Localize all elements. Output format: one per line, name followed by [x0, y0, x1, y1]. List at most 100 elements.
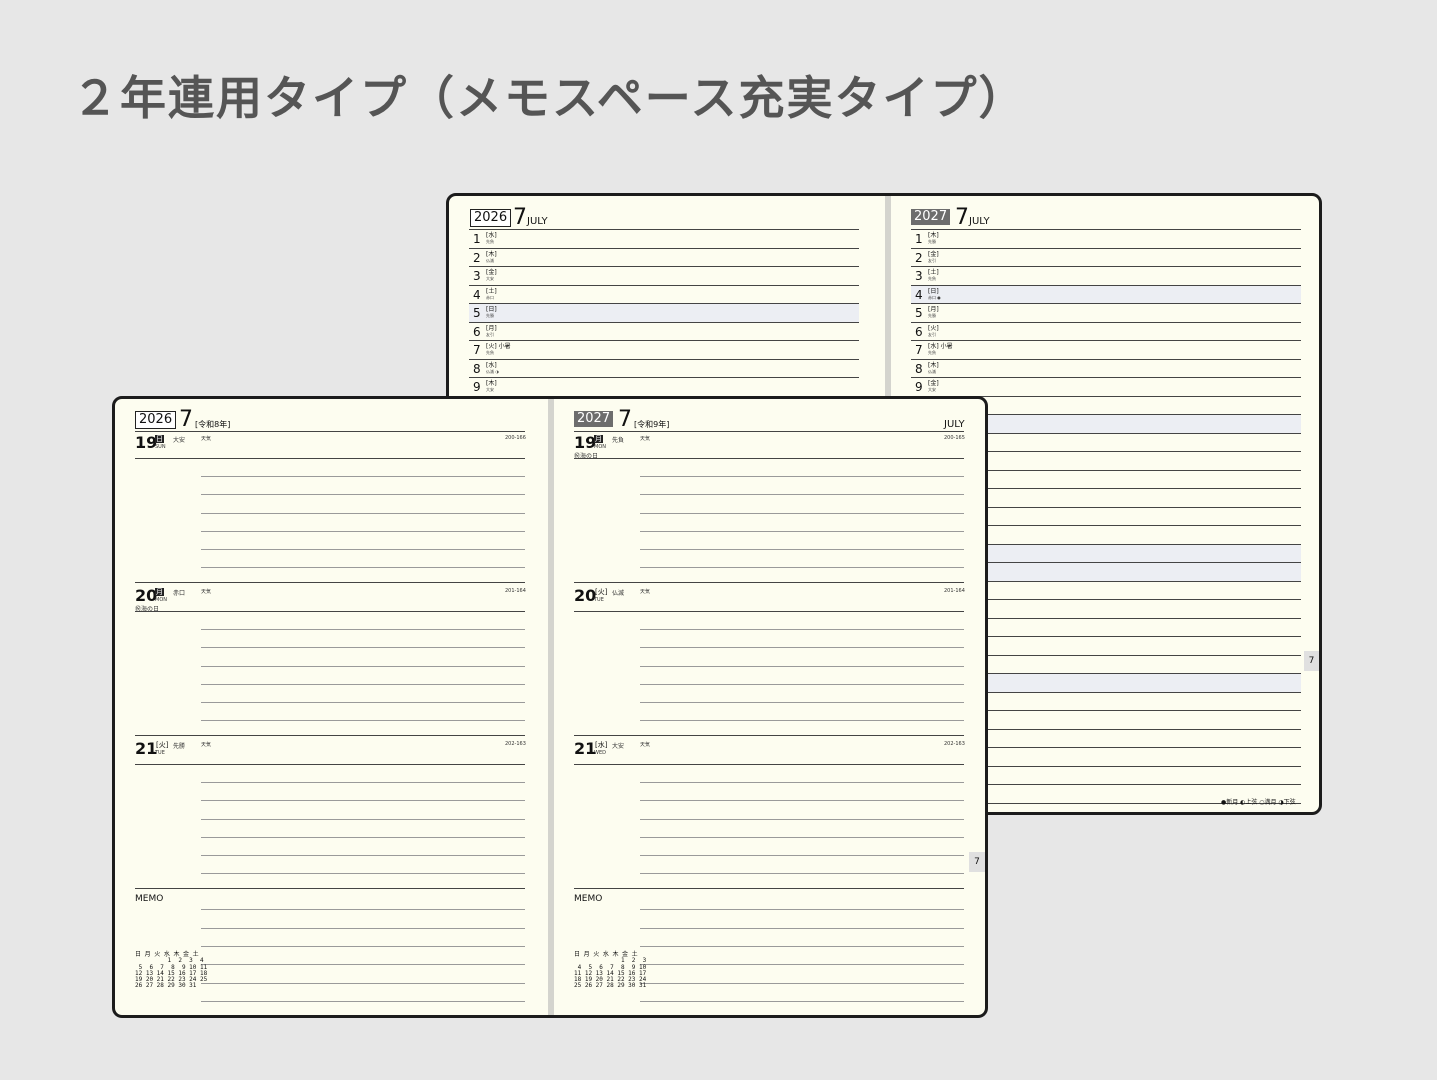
day-count: 201-164 — [944, 588, 965, 594]
weekday-label: [月] — [928, 306, 939, 313]
rokuyo-label: 友引 — [928, 257, 936, 263]
note-line — [201, 702, 525, 703]
page-heading: ２年連用タイプ（メモスペース充実タイプ） — [72, 71, 1027, 125]
moon-phase-legend: ●新月 ◐上弦 ○満月 ◑下弦 — [1221, 799, 1296, 806]
weekday-english: SUN — [155, 444, 166, 450]
rokuyo-label: 仏滅 — [486, 257, 494, 263]
day-number: 9 — [915, 380, 923, 394]
weekday-english: TUE — [155, 750, 165, 756]
weekday-label: 月 — [155, 588, 164, 596]
memo-line — [201, 964, 525, 966]
rokuyo-label: 友引 — [486, 331, 494, 337]
row-rule — [911, 377, 1301, 378]
memo-line — [640, 982, 964, 984]
memo-line — [640, 1000, 964, 1002]
day-number: 5 — [473, 306, 481, 320]
rokuyo-label: 友引 — [928, 331, 936, 337]
weekday-label: [日] — [486, 306, 497, 313]
day-number: 19 — [135, 433, 158, 452]
weekday-english: WED — [594, 750, 606, 756]
rokuyo-label: 先負 — [928, 276, 936, 281]
day-number: 3 — [915, 269, 923, 283]
row-rule — [469, 247, 859, 249]
day-count: 202-163 — [944, 741, 965, 747]
weekday-label: [金] — [928, 380, 939, 387]
month-index-tab[interactable]: 7 — [969, 852, 985, 872]
weekday-label: [火] 小暑 — [486, 343, 511, 350]
rokuyo-label: 大安 — [612, 743, 625, 750]
day-rule — [574, 611, 964, 612]
block-rule — [574, 582, 964, 583]
month-english: JULY — [944, 419, 965, 430]
note-line — [640, 836, 964, 838]
row-rule — [469, 321, 859, 323]
row-rule — [911, 340, 1301, 341]
weekday-label: [金] — [486, 269, 497, 276]
memo-line — [640, 909, 964, 911]
month-english: JULY — [527, 216, 548, 227]
weekday-label: [水] — [486, 232, 497, 239]
memo-line — [201, 927, 525, 929]
rokuyo-label: 大安 — [486, 387, 494, 392]
rokuyo-label: 大安 — [173, 437, 186, 444]
day-number: 7 — [473, 343, 481, 357]
note-line — [201, 800, 525, 802]
block-rule — [135, 582, 525, 583]
era-label: [令和9年] — [634, 420, 670, 429]
rokuyo-label: 先負 — [928, 350, 936, 355]
weather-label: 天気 — [640, 436, 651, 442]
row-rule — [911, 247, 1301, 249]
front-right-page: 2027 7 [令和9年] JULY 19 月 MON 先負 ㊗海の日 天気 200-165 20 [火… — [554, 399, 985, 1015]
weekday-label: [火] — [928, 324, 939, 332]
weekday-label: [日] — [928, 287, 939, 295]
day-number: 21 — [574, 739, 597, 758]
rokuyo-label: 赤口 ● — [928, 294, 941, 300]
note-line — [201, 836, 525, 838]
header-rule — [911, 229, 1301, 230]
month-index-tab[interactable]: 7 — [1304, 651, 1319, 671]
memo-line — [640, 927, 964, 929]
block-rule — [135, 888, 525, 889]
weekday-label: [木] — [486, 380, 497, 387]
weekday-label: [金] — [928, 250, 939, 258]
day-number: 8 — [915, 361, 923, 376]
rokuyo-label: 仏滅 ◑ — [486, 368, 499, 374]
note-line — [201, 647, 525, 649]
day-number: 9 — [473, 380, 481, 394]
note-line — [640, 549, 964, 550]
weather-label: 天気 — [640, 742, 651, 748]
weather-label: 天気 — [640, 589, 651, 595]
note-line — [640, 855, 964, 856]
note-line — [640, 800, 964, 802]
rokuyo-label: 仏滅 — [928, 368, 936, 374]
month-number: 7 — [955, 205, 969, 230]
note-line — [201, 567, 525, 569]
note-line — [201, 855, 525, 856]
row-rule — [469, 266, 859, 267]
day-number: 1 — [473, 232, 481, 246]
header-rule — [135, 431, 525, 432]
day-number: 21 — [135, 739, 158, 758]
note-line — [201, 720, 525, 722]
row-rule — [469, 377, 859, 378]
weekday-label: [土] — [486, 287, 497, 295]
weekday-label: [水] 小暑 — [928, 343, 953, 350]
weekday-label: [木] — [486, 250, 497, 258]
memo-label: MEMO — [135, 894, 164, 904]
day-rule — [574, 764, 964, 765]
row-rule — [911, 321, 1301, 323]
note-line — [640, 530, 964, 532]
year-label: 2026 — [470, 209, 512, 227]
header-rule — [469, 229, 859, 230]
day-number: 6 — [915, 324, 923, 339]
rokuyo-label: 仏滅 — [612, 590, 625, 597]
weekday-label: 日 — [155, 435, 164, 443]
rokuyo-label: 先勝 — [486, 313, 494, 318]
month-english: JULY — [969, 216, 990, 227]
rokuyo-label: 大安 — [486, 276, 494, 281]
month-number: 7 — [618, 407, 632, 432]
weekday-english: MON — [594, 444, 606, 450]
rokuyo-label: 先勝 — [928, 313, 936, 318]
day-number: 2 — [473, 250, 481, 265]
rokuyo-label: 大安 — [928, 387, 936, 392]
